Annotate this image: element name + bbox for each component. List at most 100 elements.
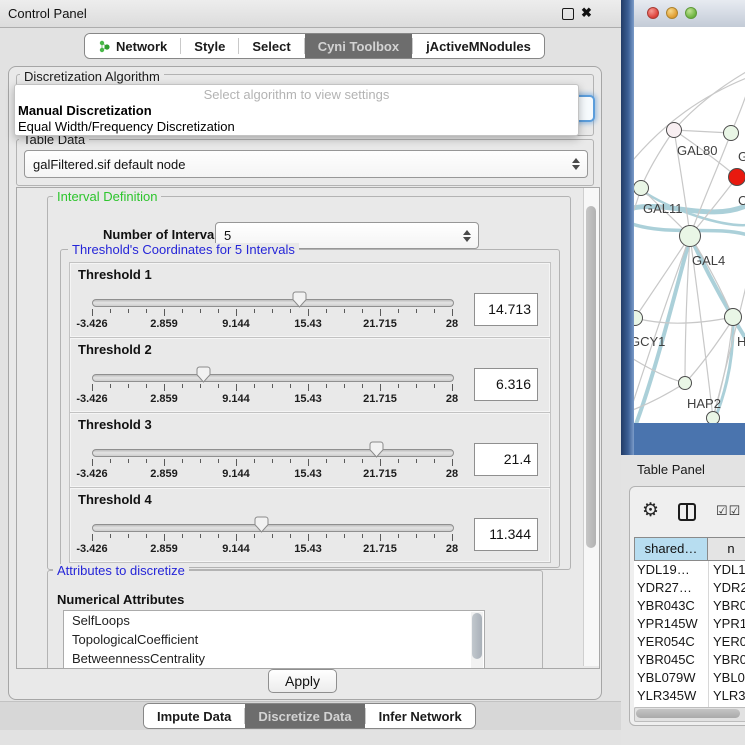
- cell-name: YLR3: [708, 687, 745, 705]
- numerical-attributes-list[interactable]: SelfLoopsTopologicalCoefficientBetweenne…: [63, 610, 485, 669]
- list-item[interactable]: SelfLoops: [64, 611, 484, 630]
- threshold-value-field[interactable]: 11.344: [474, 518, 538, 551]
- gear-icon[interactable]: ⚙: [642, 500, 659, 522]
- threshold-value-field[interactable]: 14.713: [474, 293, 538, 326]
- slider-tick: [128, 534, 129, 538]
- settings-vertical-scrollbar[interactable]: [583, 188, 599, 666]
- table-row[interactable]: YBR045CYBR0: [634, 651, 745, 669]
- table-body: YDL19…YDL1YDR27…YDR2YBR043CYBR0YPR145WYP…: [634, 561, 745, 707]
- threshold-slider-track[interactable]: [92, 374, 454, 382]
- threshold-panels: Threshold 1-3.4262.8599.14415.4321.71528…: [69, 263, 551, 563]
- list-item[interactable]: BetweennessCentrality: [64, 649, 484, 668]
- checkbox-columns-icon[interactable]: ☑☑: [716, 503, 741, 519]
- close-traffic-icon[interactable]: [647, 7, 659, 19]
- network-window-titlebar[interactable]: [634, 0, 745, 28]
- slider-tick: [290, 384, 291, 388]
- threshold-label: Threshold 1: [78, 267, 152, 282]
- dropdown-option-equal-width-frequency[interactable]: Equal Width/Frequency Discretization: [18, 119, 235, 134]
- bottom-tab-impute-data-label: Impute Data: [157, 709, 231, 724]
- tab-select[interactable]: Select: [239, 34, 303, 58]
- slider-tick-label: 21.715: [363, 318, 397, 330]
- zoom-traffic-icon[interactable]: [685, 7, 697, 19]
- table-row[interactable]: YER054CYER0: [634, 633, 745, 651]
- cell-name: YBL0: [708, 669, 745, 687]
- network-node-ga[interactable]: [723, 125, 739, 141]
- table-row[interactable]: YBR043CYBR0: [634, 597, 745, 615]
- table-horizontal-scrollbar[interactable]: [634, 707, 745, 722]
- column-header-shared-name[interactable]: shared…: [634, 538, 708, 560]
- threshold-slider-thumb[interactable]: [254, 516, 269, 533]
- tab-jactivemnodules-label: jActiveMNodules: [426, 39, 531, 54]
- table-data-combo[interactable]: galFiltered.sif default node: [24, 150, 588, 178]
- slider-tick-label: -3.426: [76, 543, 107, 555]
- application-window: Control Panel ✖ NetworkStyleSelectCyni T…: [0, 0, 745, 745]
- cell-name: YDR2: [708, 579, 745, 597]
- slider-tick: [326, 459, 327, 463]
- dropdown-option-manual-discretization[interactable]: Manual Discretization: [18, 103, 152, 118]
- slider-tick: [416, 534, 417, 538]
- network-node-hap2[interactable]: [678, 376, 692, 390]
- network-node-h[interactable]: [724, 308, 742, 326]
- minimize-traffic-icon[interactable]: [666, 7, 678, 19]
- slider-tick: [452, 534, 453, 541]
- list-item[interactable]: TopologicalCoefficient: [64, 630, 484, 649]
- table-row[interactable]: YDR27…YDR2: [634, 579, 745, 597]
- threshold-value-field[interactable]: 6.316: [474, 368, 538, 401]
- slider-tick-label: 2.859: [150, 543, 178, 555]
- tab-jactivemnodules[interactable]: jActiveMNodules: [413, 34, 544, 58]
- slider-tick: [452, 309, 453, 316]
- float-panel-icon[interactable]: [562, 8, 574, 20]
- slider-tick: [272, 459, 273, 463]
- slider-tick: [308, 309, 309, 316]
- table-row[interactable]: YDL19…YDL1: [634, 561, 745, 579]
- threshold-slider-thumb[interactable]: [292, 291, 307, 308]
- column-header-name[interactable]: n: [708, 538, 745, 560]
- network-node-gal80[interactable]: [666, 122, 682, 138]
- slider-tick-label: -3.426: [76, 468, 107, 480]
- threshold-slider-track[interactable]: [92, 449, 454, 457]
- bottom-tab-infer-network[interactable]: Infer Network: [366, 704, 475, 728]
- apply-button[interactable]: Apply: [268, 669, 337, 693]
- numerical-attributes-label: Numerical Attributes: [57, 592, 184, 607]
- cell-name: YER0: [708, 633, 745, 651]
- close-icon[interactable]: ✖: [581, 4, 592, 22]
- threshold-slider-thumb[interactable]: [369, 441, 384, 458]
- bottom-tab-discretize-data[interactable]: Discretize Data: [245, 704, 364, 728]
- network-node[interactable]: [706, 411, 720, 423]
- threshold-label: Threshold 2: [78, 342, 152, 357]
- slider-tick: [110, 459, 111, 463]
- table-row[interactable]: YBL079WYBL0: [634, 669, 745, 687]
- network-node-label: C: [738, 193, 745, 208]
- tab-select-label: Select: [252, 39, 290, 54]
- slider-tick: [452, 459, 453, 466]
- bottom-tab-impute-data[interactable]: Impute Data: [144, 704, 244, 728]
- tab-style[interactable]: Style: [181, 34, 238, 58]
- slider-tick: [182, 459, 183, 463]
- threshold-slider-track[interactable]: [92, 524, 454, 532]
- slider-tick: [92, 534, 93, 541]
- slider-tick-label: 21.715: [363, 543, 397, 555]
- attributes-list-scrollbar[interactable]: [471, 612, 483, 669]
- tab-cyni-toolbox[interactable]: Cyni Toolbox: [305, 34, 412, 58]
- slider-tick: [344, 459, 345, 463]
- network-node-c[interactable]: [728, 168, 745, 186]
- slider-tick: [416, 309, 417, 313]
- slider-tick: [182, 384, 183, 388]
- slider-tick: [146, 309, 147, 313]
- threshold-label: Threshold 4: [78, 492, 152, 507]
- algorithm-dropdown-popup: Select algorithm to view settingsManual …: [14, 84, 579, 136]
- table-row[interactable]: YPR145WYPR1: [634, 615, 745, 633]
- slider-tick: [146, 384, 147, 388]
- threshold-value-field[interactable]: 21.4: [474, 443, 538, 476]
- slider-tick: [164, 534, 165, 541]
- slider-tick: [272, 309, 273, 313]
- thresholds-groupbox: Threshold 1-3.4262.8599.14415.4321.71528…: [60, 249, 560, 568]
- threshold-slider-track[interactable]: [92, 299, 454, 307]
- thresholds-group-title: Threshold's Coordinates for 5 Intervals: [68, 243, 299, 256]
- tab-network[interactable]: Network: [85, 34, 180, 58]
- network-node-gal4[interactable]: [679, 225, 701, 247]
- network-canvas[interactable]: GAL80GACGAL11GAL4GCY1HHAP2: [634, 27, 745, 423]
- split-columns-icon[interactable]: [678, 503, 696, 521]
- threshold-slider-thumb[interactable]: [196, 366, 211, 383]
- table-row[interactable]: YLR345WYLR3: [634, 687, 745, 705]
